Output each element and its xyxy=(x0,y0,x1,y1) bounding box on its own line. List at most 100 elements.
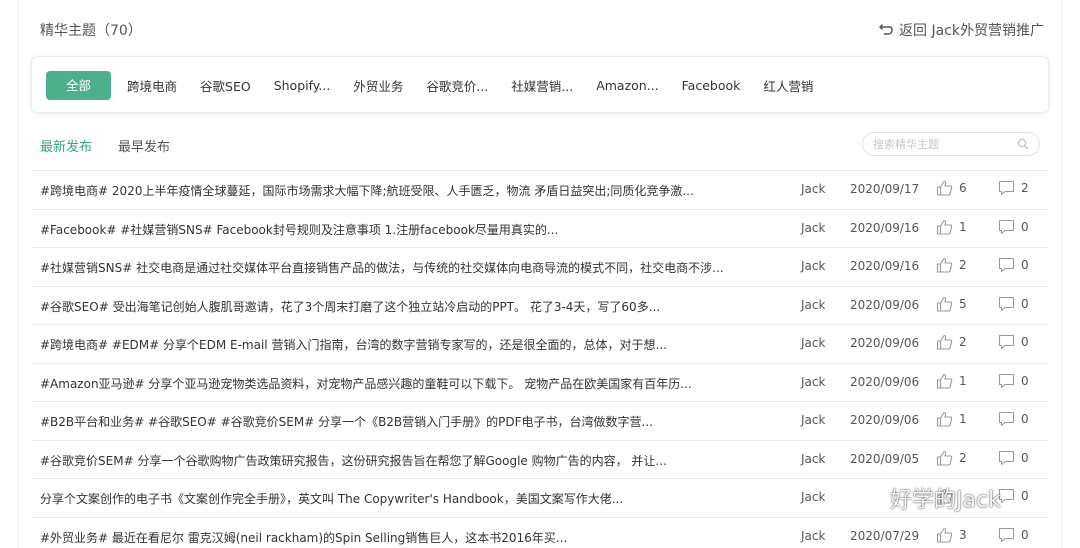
like-button[interactable]: 1 xyxy=(936,219,967,235)
post-date: 2020/09/05 xyxy=(850,451,920,466)
search-icon[interactable] xyxy=(1017,138,1029,150)
category-item[interactable]: 全部 xyxy=(46,70,111,100)
search-box[interactable] xyxy=(862,132,1040,156)
back-link-label: 返回 Jack外贸营销推广 xyxy=(899,23,1044,39)
like-count: 1 xyxy=(959,373,967,388)
post-row[interactable]: #跨境电商# #EDM# 分享个EDM E-mail 营销入门指南，台湾的数字营… xyxy=(31,324,1049,363)
post-row[interactable]: #Facebook# #社媒营销SNS# Facebook封号规则及注意事项 1… xyxy=(31,208,1049,248)
like-button[interactable]: 2 xyxy=(936,334,967,350)
comment-button[interactable]: 0 xyxy=(998,334,1029,350)
like-count: 2 xyxy=(959,335,967,349)
like-count: 1 xyxy=(959,412,967,426)
like-button[interactable]: 1 xyxy=(936,373,967,389)
tab-newest[interactable]: 最新发布 xyxy=(40,136,92,155)
like-count: 3 xyxy=(959,527,967,542)
comment-count: 0 xyxy=(1021,527,1029,542)
comment-button[interactable]: 0 xyxy=(998,373,1029,389)
thumbs-up-icon[interactable] xyxy=(936,257,953,273)
category-item[interactable]: 外贸业务 xyxy=(353,76,403,95)
thumbs-up-icon[interactable] xyxy=(936,334,953,350)
comment-icon[interactable] xyxy=(998,257,1015,273)
comment-icon[interactable] xyxy=(998,334,1015,350)
post-title[interactable]: #B2B平台和业务# #谷歌SEO# #谷歌竞价SEM# 分享一个《B2B营销入… xyxy=(40,413,760,430)
post-author: Jack xyxy=(801,413,826,427)
comment-count: 0 xyxy=(1021,258,1029,272)
sort-tabs: 最新发布 最早发布 xyxy=(40,136,170,155)
category-item[interactable]: Facebook xyxy=(682,78,741,93)
like-button[interactable]: 3 xyxy=(936,527,967,543)
comment-button[interactable]: 0 xyxy=(998,527,1029,543)
post-title[interactable]: #Amazon亚马逊# 分享个亚马逊宠物类选品资料，对宠物产品感兴趣的童鞋可以下… xyxy=(40,375,760,392)
category-item[interactable]: 谷歌竞价... xyxy=(426,76,488,95)
post-title[interactable]: #跨境电商# #EDM# 分享个EDM E-mail 营销入门指南，台湾的数字营… xyxy=(40,336,760,353)
page-title: 精华主题（70） xyxy=(40,23,142,39)
post-title[interactable]: 分享个文案创作的电子书《文案创作完全手册》，英文叫 The Copywriter… xyxy=(40,490,760,507)
post-title[interactable]: #社媒营销SNS# 社交电商是通过社交媒体平台直接销售产品的做法，与传统的社交媒… xyxy=(40,259,760,276)
comment-icon[interactable] xyxy=(998,450,1015,466)
comment-icon[interactable] xyxy=(998,296,1015,312)
post-row[interactable]: #社媒营销SNS# 社交电商是通过社交媒体平台直接销售产品的做法，与传统的社交媒… xyxy=(31,247,1049,286)
post-author: Jack xyxy=(801,182,826,196)
thumbs-up-icon[interactable] xyxy=(936,411,953,427)
post-date: 2020/09/06 xyxy=(850,413,920,427)
like-button[interactable]: 2 xyxy=(936,450,967,466)
thumbs-up-icon[interactable] xyxy=(936,180,953,196)
thumbs-up-icon[interactable] xyxy=(936,373,953,389)
category-item[interactable]: Amazon... xyxy=(596,78,658,93)
like-button[interactable]: 1 xyxy=(936,411,967,427)
post-row[interactable]: #谷歌SEO# 受出海笔记创始人腹肌哥邀请，花了3个周末打磨了这个独立站冷启动的… xyxy=(31,285,1049,325)
comment-icon[interactable] xyxy=(998,180,1015,196)
post-title[interactable]: #Facebook# #社媒营销SNS# Facebook封号规则及注意事项 1… xyxy=(40,221,760,238)
comment-icon[interactable] xyxy=(998,527,1015,543)
comment-count: 0 xyxy=(1021,219,1029,234)
category-item[interactable]: 红人营销 xyxy=(763,76,813,95)
like-count: 5 xyxy=(959,296,967,311)
post-row[interactable]: #外贸业务# 最近在看尼尔 雷克汉姆(neil rackham)的Spin Se… xyxy=(31,516,1049,548)
post-title[interactable]: #谷歌SEO# 受出海笔记创始人腹肌哥邀请，花了3个周末打磨了这个独立站冷启动的… xyxy=(40,298,760,315)
post-author: Jack xyxy=(801,259,826,273)
post-title[interactable]: #谷歌竞价SEM# 分享一个谷歌购物广告政策研究报告，这份研究报告旨在帮您了解G… xyxy=(40,452,760,469)
like-button[interactable]: 2 xyxy=(936,257,967,273)
post-title[interactable]: #外贸业务# 最近在看尼尔 雷克汉姆(neil rackham)的Spin Se… xyxy=(40,529,760,546)
thumbs-up-icon[interactable] xyxy=(936,527,953,543)
post-row[interactable]: #Amazon亚马逊# 分享个亚马逊宠物类选品资料，对宠物产品感兴趣的童鞋可以下… xyxy=(31,362,1049,402)
comment-button[interactable]: 0 xyxy=(998,219,1029,235)
post-row[interactable]: #跨境电商# 2020上半年疫情全球蔓延，国际市场需求大幅下降;航班受限、人手匮… xyxy=(31,170,1049,209)
like-count: 2 xyxy=(959,450,967,465)
comment-button[interactable]: 0 xyxy=(998,488,1029,504)
comment-icon[interactable] xyxy=(998,411,1015,427)
category-item[interactable]: 跨境电商 xyxy=(127,76,177,95)
post-row[interactable]: #谷歌竞价SEM# 分享一个谷歌购物广告政策研究报告，这份研究报告旨在帮您了解G… xyxy=(31,439,1049,479)
header: 精华主题（70） 返回 Jack外贸营销推广 xyxy=(40,18,1044,42)
search-input[interactable] xyxy=(873,136,1013,152)
category-item[interactable]: 谷歌SEO xyxy=(200,76,251,95)
thumbs-up-icon[interactable] xyxy=(936,219,953,235)
post-author: Jack xyxy=(801,336,826,350)
post-author: Jack xyxy=(801,297,826,312)
category-item[interactable]: 社媒营销... xyxy=(511,76,573,95)
like-count: 1 xyxy=(959,219,967,234)
watermark: 好学的Jack xyxy=(850,482,1001,514)
comment-count: 0 xyxy=(1021,489,1029,503)
post-author: Jack xyxy=(801,220,826,235)
category-item[interactable]: Shopify... xyxy=(274,78,331,93)
comment-icon[interactable] xyxy=(998,219,1015,235)
back-link[interactable]: 返回 Jack外贸营销推广 xyxy=(877,20,1044,40)
comment-button[interactable]: 2 xyxy=(998,180,1029,196)
thumbs-up-icon[interactable] xyxy=(936,296,953,312)
comment-button[interactable]: 0 xyxy=(998,450,1029,466)
comment-button[interactable]: 0 xyxy=(998,411,1029,427)
post-title[interactable]: #跨境电商# 2020上半年疫情全球蔓延，国际市场需求大幅下降;航班受限、人手匮… xyxy=(40,182,760,199)
thumbs-up-icon[interactable] xyxy=(936,450,953,466)
comment-count: 0 xyxy=(1021,412,1029,426)
watermark-text: 好学的Jack xyxy=(890,488,1001,513)
comment-button[interactable]: 0 xyxy=(998,296,1029,312)
comment-button[interactable]: 0 xyxy=(998,257,1029,273)
comment-icon[interactable] xyxy=(998,373,1015,389)
post-date: 2020/09/06 xyxy=(850,336,920,350)
tab-oldest[interactable]: 最早发布 xyxy=(118,136,170,155)
post-date: 2020/09/17 xyxy=(850,182,920,196)
like-button[interactable]: 5 xyxy=(936,296,967,312)
like-button[interactable]: 6 xyxy=(936,180,967,196)
post-row[interactable]: #B2B平台和业务# #谷歌SEO# #谷歌竞价SEM# 分享一个《B2B营销入… xyxy=(31,401,1049,440)
